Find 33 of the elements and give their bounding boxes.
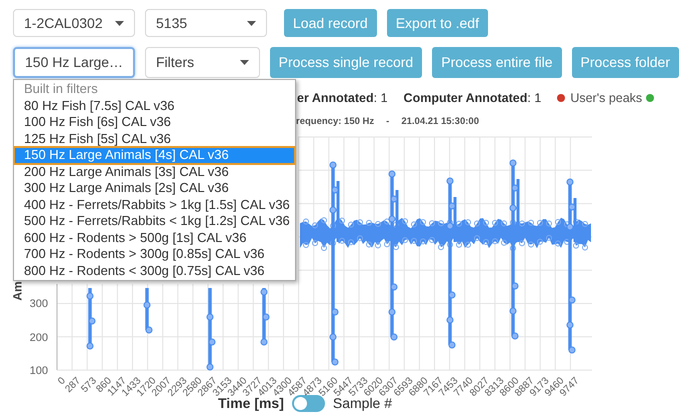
select-field[interactable]: Filters [145, 47, 260, 78]
select-field[interactable]: 150 Hz Large… [13, 47, 135, 78]
annotation-count: er Annotated: 1 [297, 90, 388, 107]
dropdown-option[interactable]: 125 Hz Fish [5s] CAL v36 [14, 130, 295, 147]
y-axis-label: Am [10, 282, 26, 301]
y-tick-label: 100 [30, 364, 48, 379]
select-field[interactable]: 1-2CAL0302 [13, 9, 135, 37]
select-field[interactable]: 5135 [145, 9, 267, 37]
dropdown-option[interactable]: 80 Hz Fish [7.5s] CAL v36 [14, 98, 295, 114]
option-group-label: Built in filters [23, 81, 99, 98]
dropdown-option[interactable]: 800 Hz - Rodents < 300g [0.75s] CAL v36 [14, 262, 295, 279]
select-value: 1-2CAL0302 [24, 14, 103, 32]
chart-subtitle: 21.04.21 15:30:00 [401, 115, 479, 129]
legend-label: User's peaks [570, 90, 642, 107]
caret-icon [115, 20, 124, 26]
dropdown-option[interactable]: 700 Hz - Rodents > 300g [0.85s] CAL v36 [14, 246, 295, 262]
select-value: 5135 [156, 14, 188, 32]
axis-toggle[interactable] [292, 394, 325, 412]
chart-subtitle: requency: 150 Hz [296, 115, 374, 129]
caret-icon [240, 60, 249, 65]
dropdown-option[interactable]: 500 Hz - Ferrets/Rabbits < 1kg [1.2s] CAL v36 [14, 213, 295, 230]
dropdown-option[interactable]: 200 Hz Large Animals [3s] CAL v36 [14, 164, 295, 180]
chart-subtitle: - [386, 115, 390, 129]
y-tick-label: 300 [30, 297, 48, 312]
select-value: 150 Hz Large… [25, 53, 124, 72]
dropdown-option[interactable]: 300 Hz Large Animals [2s] CAL v36 [14, 180, 295, 196]
select-value: Filters [156, 53, 194, 72]
caret-icon [247, 20, 256, 26]
dropdown-option[interactable]: 100 Hz Fish [6s] CAL v36 [14, 114, 295, 130]
y-tick-label: 200 [30, 330, 48, 346]
dropdown-option[interactable]: 600 Hz - Rodents > 500g [1s] CAL v36 [14, 230, 295, 246]
dropdown-option[interactable]: 400 Hz - Ferrets/Rabbits > 1kg [1.5s] CAL v36 [14, 196, 295, 213]
annotation-count: Computer Annotated: 1 [404, 90, 542, 107]
